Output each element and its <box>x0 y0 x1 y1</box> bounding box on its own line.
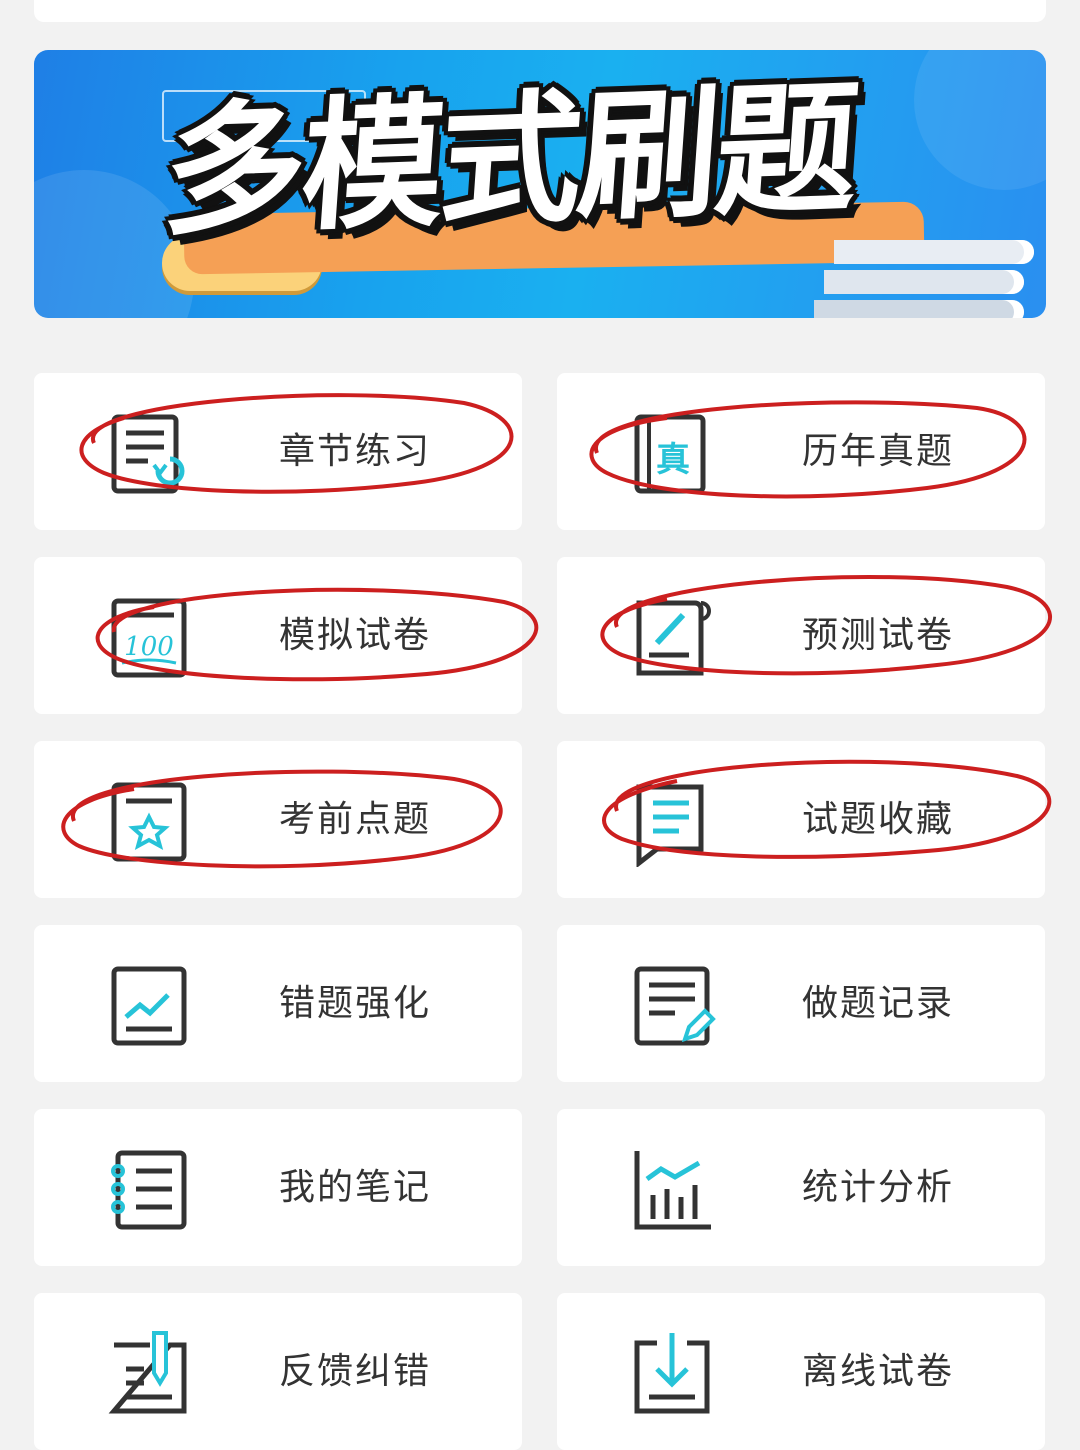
notes-icon <box>111 1150 187 1230</box>
menu-item-label: 反馈纠错 <box>279 1351 432 1392</box>
menu-item-label: 错题强化 <box>279 983 432 1024</box>
menu-item-notes[interactable]: 我的笔记 <box>34 1109 522 1266</box>
statistics-icon <box>634 1151 711 1230</box>
menu-item-chapter-practice[interactable]: 章节练习 <box>34 373 522 530</box>
chapter-practice-icon <box>111 414 185 494</box>
menu-item-past-exam[interactable]: 真 历年真题 <box>557 373 1045 530</box>
menu-item-label: 模拟试卷 <box>279 615 432 656</box>
offline-exam-icon <box>634 1333 710 1414</box>
forecast-exam-icon <box>636 600 711 676</box>
menu-item-feedback[interactable]: 反馈纠错 <box>34 1293 522 1450</box>
menu-item-forecast-exam[interactable]: 预测试卷 <box>557 557 1052 714</box>
menu-item-label: 统计分析 <box>802 1167 955 1208</box>
menu-item-statistics[interactable]: 统计分析 <box>557 1109 1045 1266</box>
menu-item-favorites[interactable]: 试题收藏 <box>557 741 1052 898</box>
menu-item-offline-exam[interactable]: 离线试卷 <box>557 1293 1045 1450</box>
menu-item-wrong-questions[interactable]: 错题强化 <box>34 925 522 1082</box>
feedback-icon <box>108 1331 187 1414</box>
svg-text:100: 100 <box>124 632 174 662</box>
menu-item-label: 离线试卷 <box>802 1351 955 1392</box>
menu-item-label: 考前点题 <box>279 799 432 840</box>
menu-item-label: 预测试卷 <box>802 615 955 656</box>
favorites-icon <box>636 784 704 867</box>
menu-item-mock-exam[interactable]: 100 模拟试卷 <box>34 557 539 714</box>
feature-grid: 章节练习 真 历年真题 100 模拟试卷 预测试卷 考前点题 试题收藏 错题强化… <box>0 0 1080 1450</box>
practice-record-icon <box>634 966 716 1046</box>
menu-item-practice-record[interactable]: 做题记录 <box>557 925 1045 1082</box>
menu-item-label: 试题收藏 <box>802 799 955 840</box>
pre-exam-tips-icon <box>111 782 187 862</box>
menu-item-label: 我的笔记 <box>279 1167 432 1208</box>
menu-item-label: 历年真题 <box>802 431 955 472</box>
menu-item-label: 做题记录 <box>802 983 955 1024</box>
svg-text:真: 真 <box>656 440 690 480</box>
menu-item-label: 章节练习 <box>279 431 432 472</box>
wrong-questions-icon <box>111 966 187 1046</box>
menu-item-pre-exam-tips[interactable]: 考前点题 <box>34 741 522 898</box>
mock-exam-icon: 100 <box>111 598 187 678</box>
past-exam-icon: 真 <box>634 414 706 494</box>
